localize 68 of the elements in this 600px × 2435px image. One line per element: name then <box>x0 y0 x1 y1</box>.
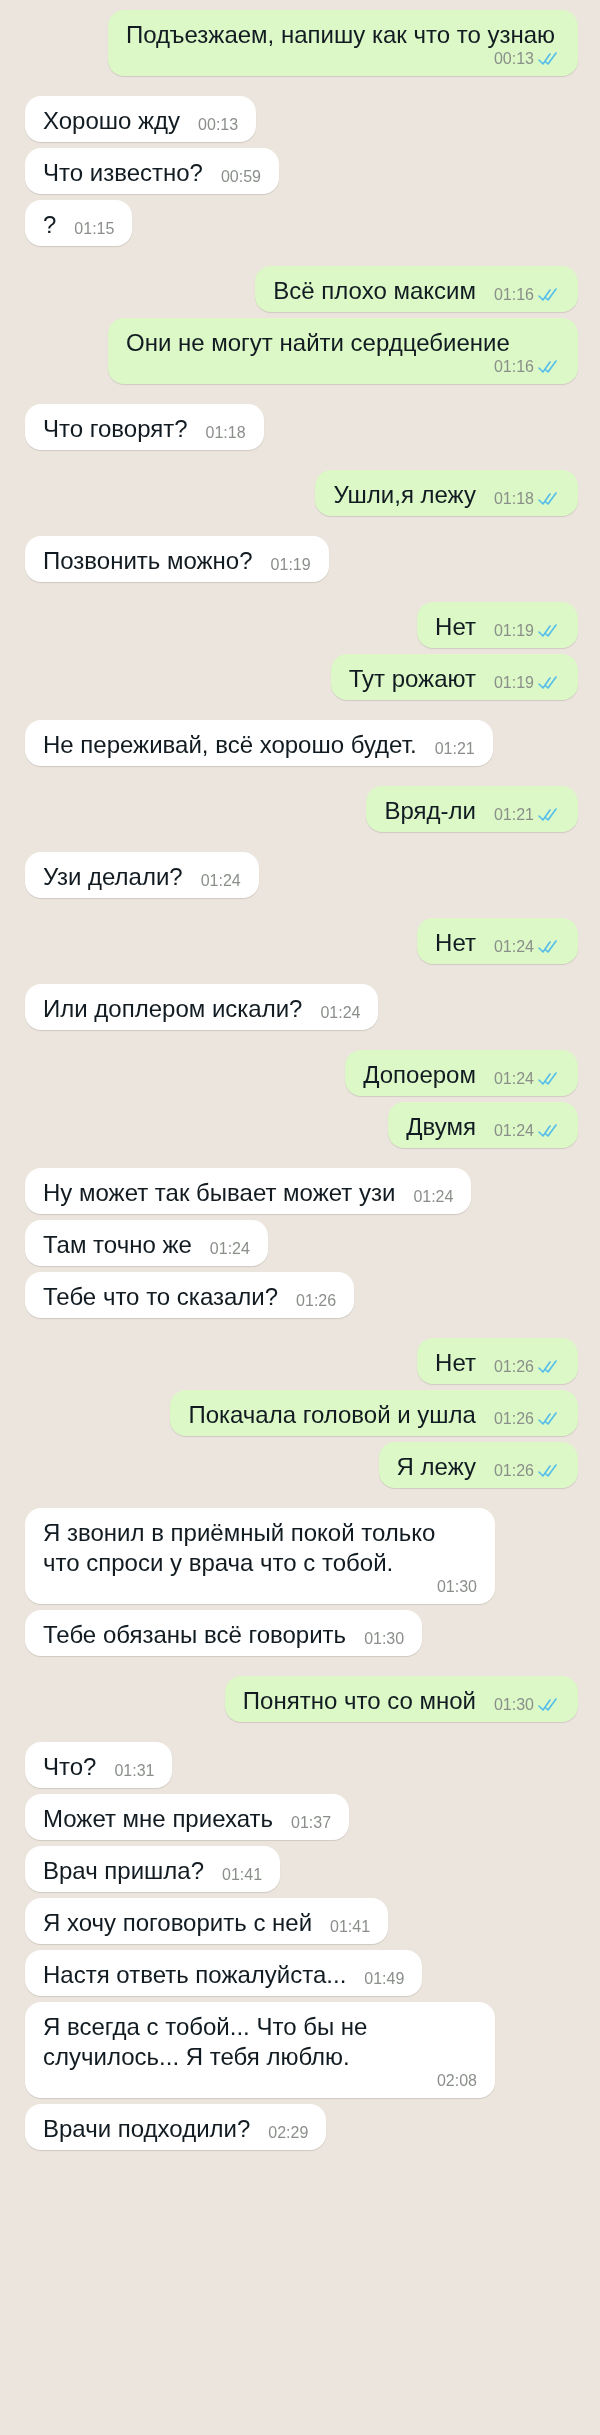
message-text: ? <box>43 210 57 240</box>
message-time: 01:18 <box>205 424 246 442</box>
message-time: 00:13 <box>198 116 239 134</box>
message-text: Нет <box>435 612 476 642</box>
message-time: 01:19 <box>493 622 534 640</box>
message-time: 01:30 <box>436 1578 477 1596</box>
message-text: Нет <box>435 1348 476 1378</box>
message-text: Узи делали? <box>43 862 183 892</box>
message-time: 01:21 <box>434 740 475 758</box>
message-text: Позвонить можно? <box>43 546 253 576</box>
message-text: Они не могут найти сердцебиение <box>126 328 511 358</box>
message-time: 01:24 <box>200 872 241 890</box>
message-text: Врач пришла? <box>43 1856 205 1886</box>
message-text: Настя ответь пожалуйста... <box>43 1960 347 1990</box>
message-time: 01:30 <box>364 1630 405 1648</box>
message-time: 01:26 <box>296 1292 337 1310</box>
message-time: 01:16 <box>493 358 534 376</box>
message-text: Я всегда с тобой... Что бы не случилось... Я тебя люблю. <box>43 2012 369 2072</box>
message-text: Всё плохо максим <box>273 276 476 306</box>
message-time: 01:24 <box>413 1188 454 1206</box>
message-time: 01:16 <box>493 286 534 304</box>
message-text: Тебе обязаны всё говорить <box>43 1620 347 1650</box>
message-time: 01:26 <box>493 1462 534 1480</box>
message-time: 01:26 <box>493 1410 534 1428</box>
message-time: 01:21 <box>493 806 534 824</box>
message-text: Там точно же <box>43 1230 192 1260</box>
message-time: 01:24 <box>209 1240 250 1258</box>
message-time: 01:41 <box>330 1918 371 1936</box>
message-text: Я хочу поговорить с ней <box>43 1908 313 1938</box>
message-time: 01:41 <box>222 1866 263 1884</box>
message-text: Тебе что то сказали? <box>43 1282 279 1312</box>
message-time: 01:19 <box>270 556 311 574</box>
message-text: Может мне приехать <box>43 1804 273 1834</box>
message-time: 01:37 <box>291 1814 332 1832</box>
message-text: Или доплером искали? <box>43 994 303 1024</box>
message-time: 01:31 <box>114 1762 155 1780</box>
message-text: Двумя <box>406 1112 476 1142</box>
message-text: Ну может так бывает может узи <box>43 1178 396 1208</box>
message-text: Врачи подходили? <box>43 2114 251 2144</box>
message-text: Понятно что со мной <box>242 1686 476 1716</box>
message-text: Покачала головой и ушла <box>188 1400 476 1430</box>
message-text: Не переживай, всё хорошо будет. <box>43 730 417 760</box>
message-text: Ушли,я лежу <box>333 480 476 510</box>
message-time: 01:24 <box>493 938 534 956</box>
message-text: Хорошо жду <box>43 106 181 136</box>
message-time: 00:59 <box>220 168 261 186</box>
message-text: Что говорят? <box>43 414 188 444</box>
message-text: Я лежу <box>396 1452 476 1482</box>
message-text: Вряд-ли <box>384 796 476 826</box>
message-text: Тут рожают <box>348 664 476 694</box>
message-time: 01:24 <box>493 1122 534 1140</box>
message-time: 01:24 <box>493 1070 534 1088</box>
message-text: Что известно? <box>43 158 203 188</box>
message-time: 01:18 <box>493 490 534 508</box>
message-time: 01:19 <box>493 674 534 692</box>
message-time: 01:30 <box>493 1696 534 1714</box>
message-text: Что? <box>43 1752 97 1782</box>
message-time: 01:15 <box>74 220 115 238</box>
message-text: Подъезжаем, напишу как что то узнаю <box>126 20 556 50</box>
message-time: 01:24 <box>320 1004 361 1022</box>
message-time: 02:29 <box>268 2124 309 2142</box>
message-time: 01:49 <box>364 1970 405 1988</box>
message-text: Допоером <box>363 1060 476 1090</box>
message-time: 00:13 <box>493 50 534 68</box>
message-text: Нет <box>435 928 476 958</box>
message-time: 01:26 <box>493 1358 534 1376</box>
message-text: Я звонил в приёмный покой только что спроси у врача что с тобой. <box>43 1518 437 1578</box>
message-time: 02:08 <box>436 2072 477 2090</box>
